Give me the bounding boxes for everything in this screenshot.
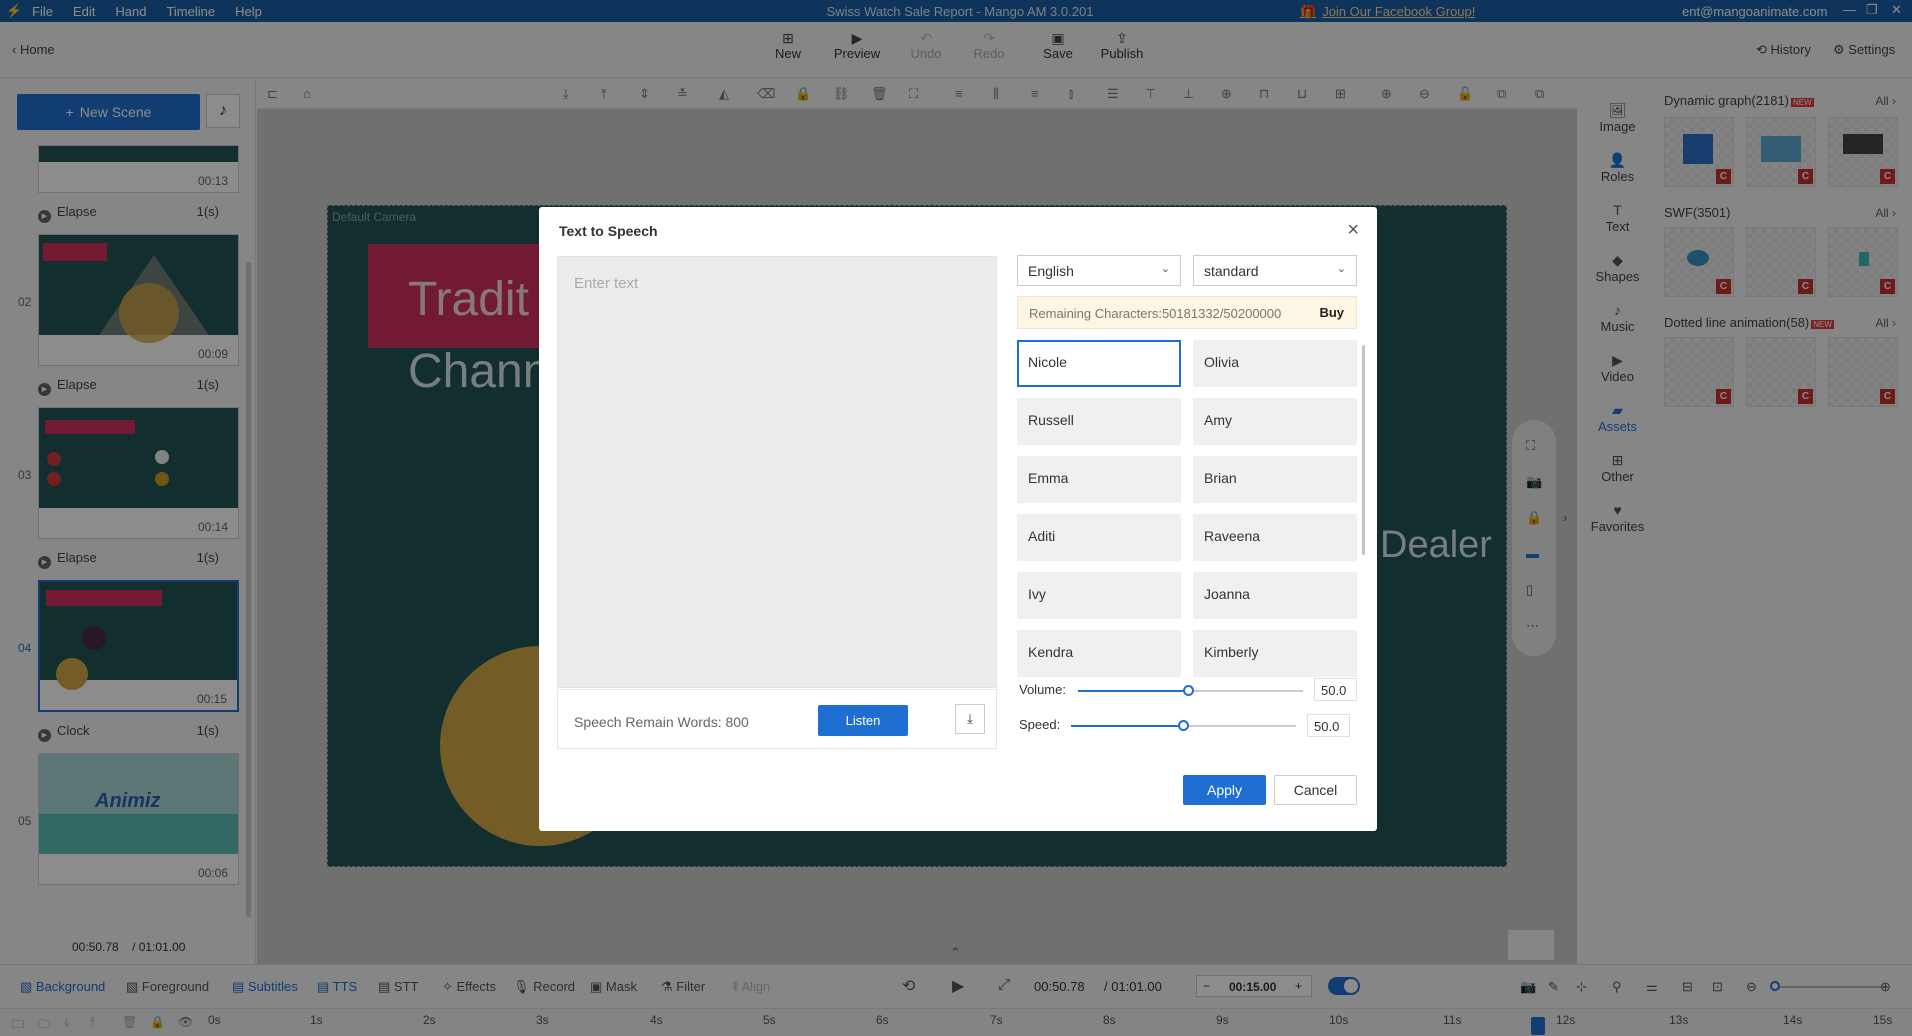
tts-dialog: Text to Speech × Enter text Speech Remai… (539, 207, 1377, 831)
listen-label: Listen (845, 713, 881, 728)
speed-label: Speed: (1019, 717, 1061, 732)
voice-option[interactable]: Emma (1017, 456, 1181, 503)
speech-remain-words: Speech Remain Words: 800 (574, 714, 749, 730)
voice-name: Olivia (1204, 354, 1240, 370)
apply-label: Apply (1206, 782, 1243, 798)
speed-value[interactable]: 50.0 (1307, 714, 1350, 737)
speed-fill (1071, 725, 1183, 727)
voice-name: Brian (1204, 470, 1237, 486)
listen-button[interactable]: Listen (818, 705, 908, 736)
voice-name: Nicole (1028, 354, 1067, 370)
voice-name: Amy (1204, 412, 1232, 428)
volume-value[interactable]: 50.0 (1314, 678, 1357, 701)
voice-name: Joanna (1204, 586, 1250, 602)
cancel-label: Cancel (1293, 782, 1338, 798)
dialog-title: Text to Speech (559, 223, 658, 239)
download-icon[interactable]: ⤓ (955, 704, 985, 734)
language-select[interactable]: English ⌄ (1017, 255, 1181, 286)
tts-input-footer: Speech Remain Words: 800 Listen ⤓ (557, 689, 997, 749)
voice-name: Aditi (1028, 528, 1056, 544)
chevron-down-icon: ⌄ (1336, 263, 1346, 275)
voice-option[interactable]: Kimberly (1193, 630, 1357, 677)
voice-list: Nicole Olivia Russell Amy Emma Brian Adi… (1017, 340, 1367, 685)
volume-fill (1078, 690, 1188, 692)
voice-option[interactable]: Kendra (1017, 630, 1181, 677)
tts-text-input[interactable]: Enter text (557, 256, 997, 688)
voice-option[interactable]: Brian (1193, 456, 1357, 503)
language-value: English (1028, 263, 1074, 279)
cancel-button[interactable]: Cancel (1274, 775, 1357, 805)
text-placeholder: Enter text (574, 275, 639, 292)
volume-label: Volume: (1019, 682, 1066, 697)
remaining-characters-bar: Remaining Characters:50181332/50200000 Bu… (1017, 296, 1357, 329)
voice-name: Ivy (1028, 586, 1046, 602)
remaining-characters: Remaining Characters:50181332/50200000 (1029, 306, 1282, 321)
voice-option[interactable]: Joanna (1193, 572, 1357, 619)
voice-name: Russell (1028, 412, 1074, 428)
voice-name: Kimberly (1204, 644, 1259, 660)
close-icon[interactable]: × (1347, 219, 1359, 242)
voice-list-scrollbar[interactable] (1362, 345, 1365, 555)
voice-option[interactable]: Ivy (1017, 572, 1181, 619)
speed-slider-knob[interactable] (1178, 720, 1189, 731)
volume-slider-knob[interactable] (1183, 685, 1194, 696)
speed-slider[interactable] (1071, 720, 1296, 731)
apply-button[interactable]: Apply (1183, 775, 1266, 805)
chevron-down-icon: ⌄ (1160, 263, 1170, 275)
voice-option[interactable]: Russell (1017, 398, 1181, 445)
voice-name: Emma (1028, 470, 1069, 486)
voice-name: Kendra (1028, 644, 1074, 660)
voice-name: Raveena (1204, 528, 1261, 544)
quality-value: standard (1204, 263, 1259, 279)
voice-option[interactable]: Olivia (1193, 340, 1357, 387)
voice-option[interactable]: Amy (1193, 398, 1357, 445)
quality-select[interactable]: standard ⌄ (1193, 255, 1357, 286)
buy-link[interactable]: Buy (1319, 305, 1344, 320)
voice-option-selected[interactable]: Nicole (1017, 340, 1181, 387)
volume-slider[interactable] (1078, 685, 1303, 696)
voice-option[interactable]: Aditi (1017, 514, 1181, 561)
voice-option[interactable]: Raveena (1193, 514, 1357, 561)
